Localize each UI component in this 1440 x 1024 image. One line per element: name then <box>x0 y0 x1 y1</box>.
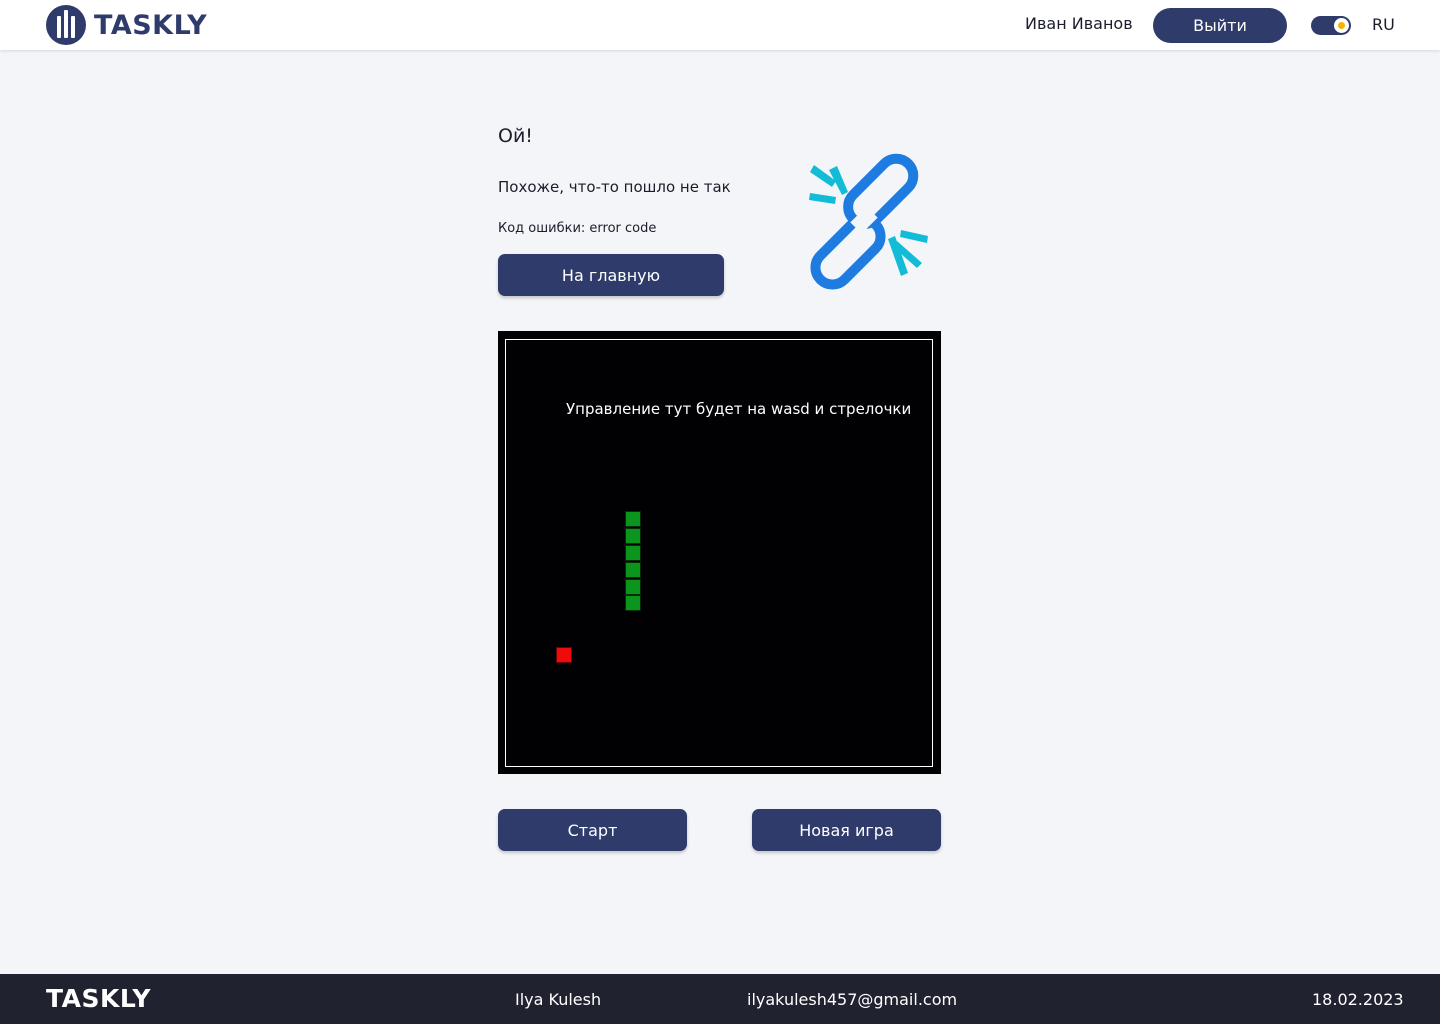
user-name: Иван Иванов <box>1025 14 1133 33</box>
footer-logo: TASKLY <box>46 984 151 1013</box>
start-button[interactable]: Старт <box>498 809 687 851</box>
snake-segment <box>625 511 641 527</box>
theme-toggle[interactable] <box>1311 16 1351 35</box>
language-switcher[interactable]: RU <box>1372 15 1395 34</box>
broken-link-icon <box>809 153 928 290</box>
new-game-button[interactable]: Новая игра <box>752 809 941 851</box>
footer-date: 18.02.2023 <box>1312 990 1404 1009</box>
home-button[interactable]: На главную <box>498 254 724 296</box>
logo[interactable]: TASKLY <box>46 5 207 45</box>
snake-segment <box>625 579 641 595</box>
app-footer: TASKLY Ilya Kulesh ilyakulesh457@gmail.c… <box>0 974 1440 1024</box>
footer-author: Ilya Kulesh <box>515 990 602 1009</box>
error-code: Код ошибки: error code <box>498 221 657 236</box>
app-header: TASKLY Иван Иванов Выйти RU <box>0 0 1440 50</box>
game-controls-hint: Управление тут будет на wasd и стрелочки <box>566 400 912 418</box>
sun-icon <box>1334 18 1349 33</box>
snake-game-board[interactable]: Управление тут будет на wasd и стрелочки <box>498 331 941 774</box>
logout-button[interactable]: Выйти <box>1153 8 1287 43</box>
snake-segment <box>625 545 641 561</box>
snake-segment <box>625 595 641 611</box>
error-title: Ой! <box>498 125 533 147</box>
logo-text: TASKLY <box>94 9 208 41</box>
snake-segment <box>625 562 641 578</box>
logo-icon <box>46 5 86 45</box>
error-subtitle: Похоже, что-то пошло не так <box>498 178 731 196</box>
footer-email[interactable]: ilyakulesh457@gmail.com <box>747 990 957 1009</box>
snake-segment <box>625 528 641 544</box>
food-item <box>556 647 572 663</box>
